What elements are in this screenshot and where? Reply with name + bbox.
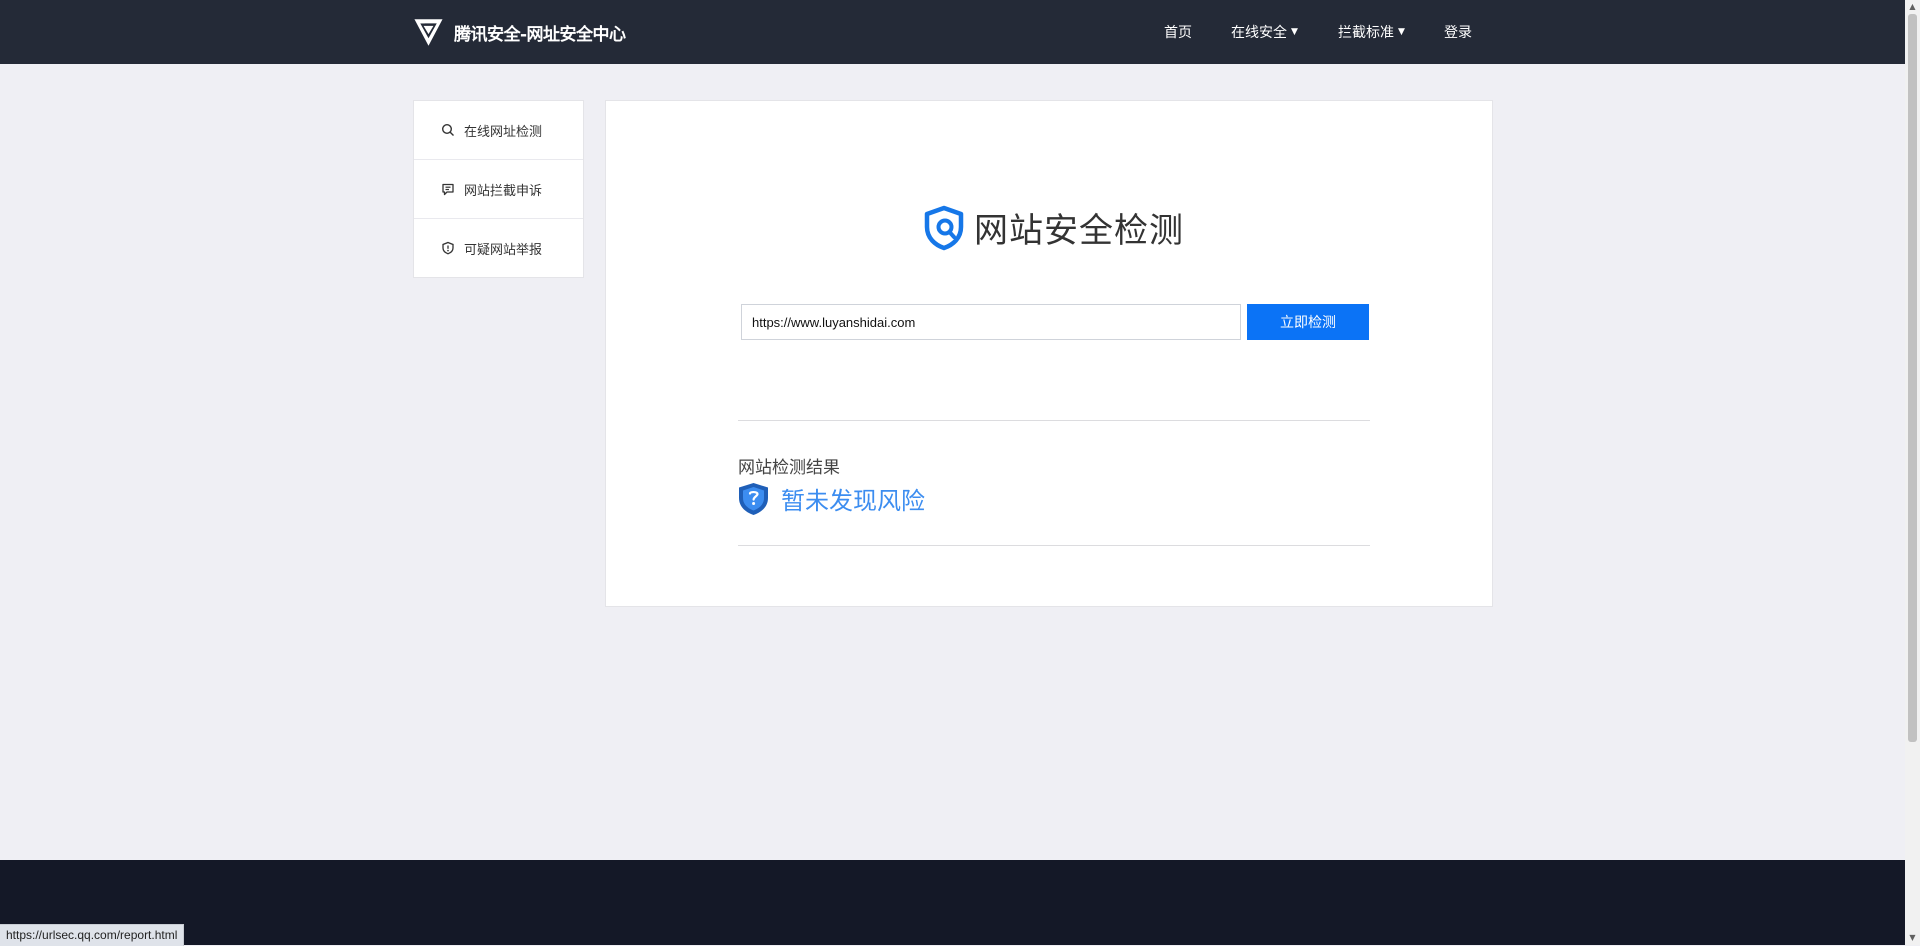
- nav-login[interactable]: 登录: [1444, 0, 1472, 64]
- nav-home[interactable]: 首页: [1164, 0, 1192, 64]
- sidebar-item-label: 在线网址检测: [464, 124, 543, 140]
- divider: [738, 545, 1370, 546]
- footer: [0, 860, 1905, 945]
- nav-online-security[interactable]: 在线安全 ▼: [1231, 0, 1298, 64]
- detection-panel: 网站安全检测 立即检测 网站检测结果 暂未发现风险: [605, 100, 1493, 607]
- check-now-button[interactable]: 立即检测: [1247, 304, 1369, 340]
- sidebar-item-url-check[interactable]: 在线网址检测: [414, 101, 583, 160]
- scroll-down-icon[interactable]: ▼: [1905, 931, 1920, 945]
- page-title-text: 网站安全检测: [974, 211, 1184, 251]
- chevron-down-icon: ▼: [1291, 27, 1298, 37]
- nav-home-label: 首页: [1164, 25, 1192, 41]
- link-status-url: https://urlsec.qq.com/report.html: [0, 924, 185, 946]
- tencent-security-logo-icon: [414, 18, 443, 46]
- nav-block-standards[interactable]: 拦截标准 ▼: [1338, 0, 1405, 64]
- brand-title: 腾讯安全-网址安全中心: [454, 24, 626, 45]
- nav-login-label: 登录: [1444, 25, 1472, 41]
- nav-online-security-label: 在线安全: [1231, 25, 1287, 41]
- security-scan-shield-icon: [924, 205, 964, 250]
- result-status-text: 暂未发现风险: [781, 487, 925, 515]
- shield-safe-icon: [739, 482, 768, 515]
- sidebar-item-label: 网站拦截申诉: [464, 183, 543, 199]
- sidebar-item-report[interactable]: 可疑网站举报: [414, 219, 583, 277]
- chevron-down-icon: ▼: [1398, 27, 1405, 37]
- side-menu: 在线网址检测 网站拦截申诉 可疑网站举报: [413, 100, 584, 278]
- sidebar-item-label: 可疑网站举报: [464, 242, 543, 258]
- brand[interactable]: 腾讯安全-网址安全中心: [412, 14, 626, 50]
- url-input[interactable]: [741, 304, 1241, 340]
- divider: [738, 420, 1370, 421]
- page-title: 网站安全检测: [922, 203, 1184, 252]
- vertical-scrollbar[interactable]: ▲ ▼: [1905, 0, 1920, 945]
- scroll-up-icon[interactable]: ▲: [1905, 0, 1920, 14]
- scrollbar-thumb[interactable]: [1908, 14, 1917, 742]
- result-status: 暂未发现风险: [738, 481, 925, 516]
- shield-alert-icon: [442, 241, 454, 255]
- top-navbar: 腾讯安全-网址安全中心 首页 在线安全 ▼ 拦截标准 ▼ 登录: [0, 0, 1905, 64]
- message-icon: [442, 183, 454, 196]
- search-icon: [441, 123, 454, 136]
- sidebar-item-appeal[interactable]: 网站拦截申诉: [414, 160, 583, 219]
- nav-block-standards-label: 拦截标准: [1338, 25, 1394, 41]
- result-label: 网站检测结果: [738, 458, 840, 478]
